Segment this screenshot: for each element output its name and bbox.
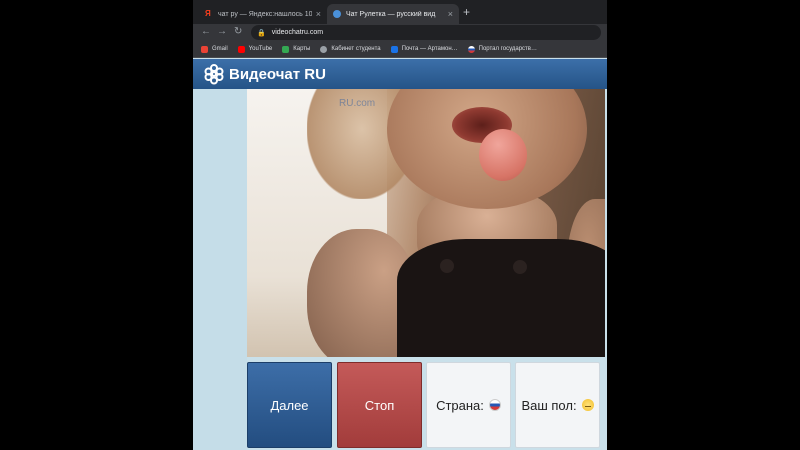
video-watermark: RU.com	[339, 98, 376, 109]
lock-icon[interactable]: 🔒	[257, 29, 266, 37]
left-panel	[193, 89, 247, 450]
address-bar[interactable]: 🔒 videochatru.com	[251, 25, 601, 40]
tab-title: чат ру — Яндекс:нашлось 10 м	[218, 10, 312, 18]
next-button[interactable]: Далее	[247, 362, 332, 448]
gender-selector[interactable]: Ваш пол:	[515, 362, 600, 448]
chat-controls: Далее Стоп Страна: Ваш пол:	[247, 362, 605, 448]
bookmark-label: YouTube	[248, 46, 273, 52]
bookmark-youtube[interactable]: YouTube	[237, 45, 273, 53]
stop-button[interactable]: Стоп	[337, 362, 422, 448]
site-icon	[333, 10, 341, 18]
stop-label: Стоп	[364, 397, 395, 413]
reload-icon[interactable]: ↻	[234, 26, 242, 37]
site-header: Видеочат RU	[193, 59, 607, 89]
country-label: Страна:	[436, 397, 484, 413]
tab-strip: Я чат ру — Яндекс:нашлось 10 м × Чат Рул…	[193, 0, 607, 24]
bookmark-gmail[interactable]: Gmail	[201, 45, 228, 53]
tab-title: Чат Рулетка — русский вид	[346, 10, 436, 18]
close-icon[interactable]: ×	[316, 9, 321, 19]
youtube-icon	[237, 45, 245, 53]
gender-label: Ваш пол:	[521, 397, 577, 413]
bookmarks-bar: Gmail YouTube Карты Кабинет студента Поч…	[193, 41, 607, 58]
globe-icon	[320, 45, 328, 53]
bookmark-label: Портал государств…	[478, 46, 537, 52]
country-selector[interactable]: Страна:	[426, 362, 511, 448]
mail-icon	[390, 45, 398, 53]
next-label: Далее	[270, 397, 309, 413]
bookmark-label: Кабинет студента	[331, 46, 381, 52]
url-text: videochatru.com	[271, 29, 324, 36]
gmail-icon	[201, 45, 208, 53]
back-icon[interactable]: ←	[201, 26, 211, 37]
face-emoji-icon	[581, 399, 594, 411]
maps-icon	[282, 45, 290, 53]
tab-videochat[interactable]: Чат Рулетка — русский вид ×	[327, 4, 459, 24]
toolbar: ← → ↻ 🔒 videochatru.com	[193, 24, 607, 41]
bookmark-mail[interactable]: Почта — Артамон…	[390, 45, 458, 53]
yandex-icon: Я	[205, 9, 211, 18]
logo-icon	[204, 64, 224, 85]
browser-window: Я чат ру — Яндекс:нашлось 10 м × Чат Рул…	[193, 0, 607, 450]
tab-yandex[interactable]: Я чат ру — Яндекс:нашлось 10 м ×	[199, 4, 327, 24]
bookmark-student-cabinet[interactable]: Кабинет студента	[320, 45, 381, 53]
partner-video: RU.com	[247, 89, 605, 357]
bookmark-maps[interactable]: Карты	[282, 45, 311, 53]
bookmark-gov-portal[interactable]: Портал государств…	[467, 45, 537, 53]
russia-flag-icon	[488, 399, 501, 411]
bookmark-label: Карты	[293, 46, 311, 52]
bookmark-label: Gmail	[212, 46, 228, 52]
gov-icon	[467, 45, 475, 53]
site-logo-text[interactable]: Видеочат RU	[229, 66, 326, 83]
bookmark-label: Почта — Артамон…	[401, 46, 458, 52]
close-icon[interactable]: ×	[448, 9, 453, 19]
new-tab-button[interactable]: +	[463, 5, 470, 19]
forward-icon[interactable]: →	[217, 26, 227, 37]
